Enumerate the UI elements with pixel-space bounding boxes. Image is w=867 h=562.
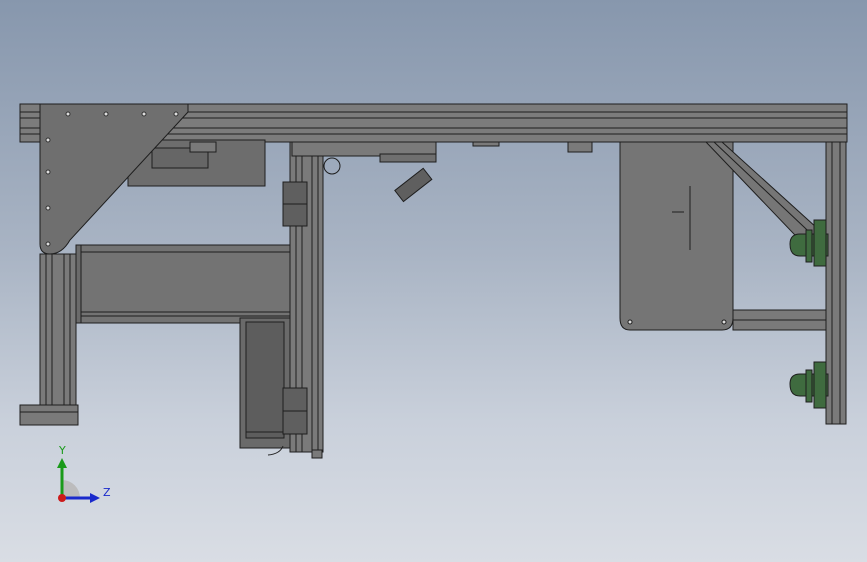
z-axis-arrowhead <box>90 493 100 503</box>
coordinate-triad: Y Z <box>57 444 111 503</box>
cad-viewport[interactable]: Y Z <box>0 0 867 562</box>
cross-beam[interactable] <box>75 244 291 324</box>
angled-cylinder[interactable] <box>394 167 433 203</box>
y-axis-arrowhead <box>57 458 67 468</box>
sensor-ring[interactable] <box>323 157 341 175</box>
mounting-plate[interactable] <box>619 141 734 331</box>
left-post[interactable] <box>39 253 77 407</box>
right-post[interactable] <box>825 141 847 425</box>
motor-lower[interactable] <box>789 361 829 409</box>
cylinder-mount[interactable] <box>379 153 437 163</box>
beam-clamp-1[interactable] <box>472 141 500 147</box>
machine-frame-model[interactable] <box>0 0 867 562</box>
y-axis-label: Y <box>58 444 66 457</box>
triad-origin <box>58 494 66 502</box>
left-foot-plate[interactable] <box>19 404 79 426</box>
beam-clamp-2[interactable] <box>567 141 593 153</box>
housing-clamp[interactable] <box>189 141 217 153</box>
z-axis-label: Z <box>103 486 111 499</box>
